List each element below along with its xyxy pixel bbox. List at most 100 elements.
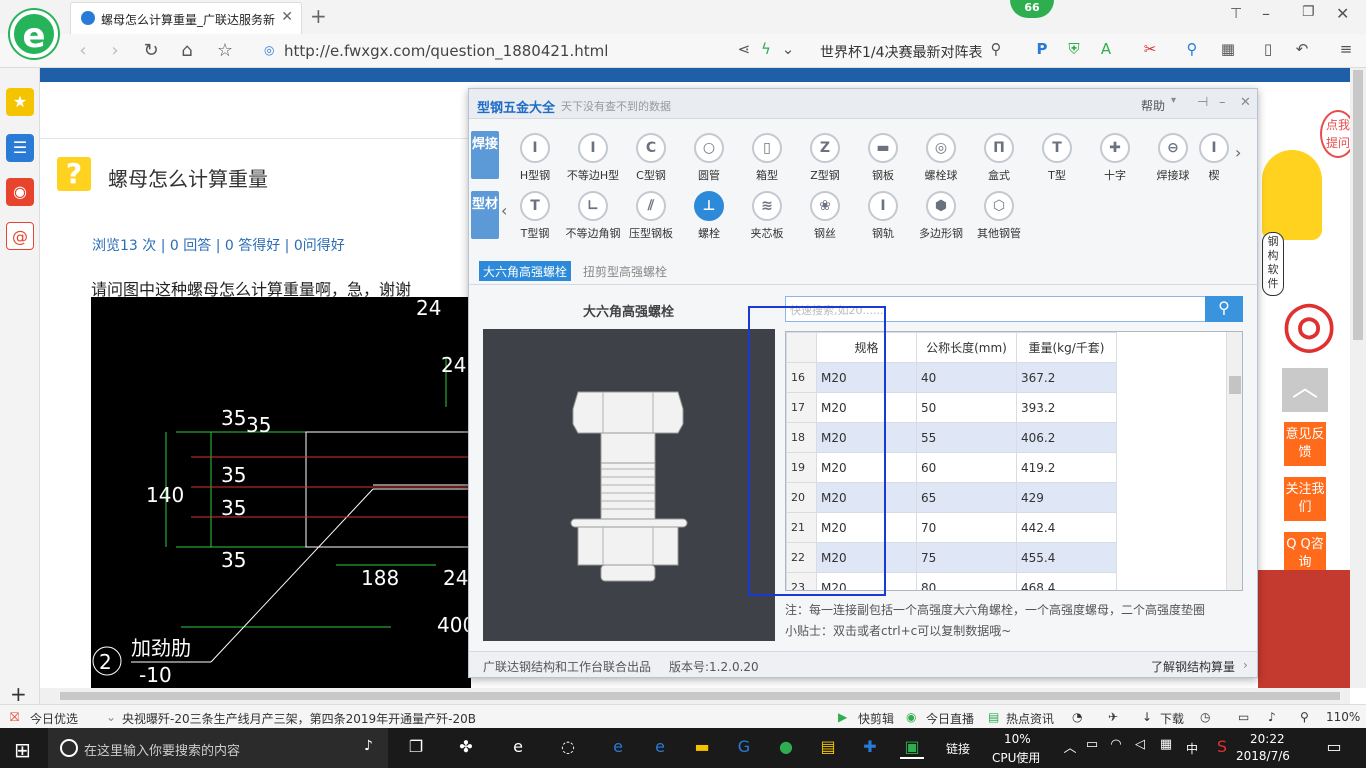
zoom-level[interactable]: 110% [1326, 710, 1360, 724]
scrollbar-thumb[interactable] [60, 692, 1340, 700]
speed-icon[interactable]: ◔ [1072, 710, 1082, 724]
tab-profiles[interactable]: 型材 [471, 191, 499, 239]
scrollbar-thumb[interactable] [1353, 70, 1363, 340]
apps-grid-icon[interactable]: ▦ [1218, 40, 1238, 60]
folder-icon[interactable]: ▬ [690, 737, 714, 759]
cell-weight[interactable]: 393.2 [1016, 392, 1117, 423]
row-next-icon[interactable]: › [1235, 143, 1241, 162]
cell-length[interactable]: 65 [916, 482, 1017, 513]
taskbar-search[interactable]: 在这里输入你要搜索的内容 ♪ [48, 728, 388, 768]
column-header[interactable]: 公称长度(mm) [916, 332, 1017, 363]
item-z-beam[interactable]: Z Z型钢 [797, 133, 853, 183]
scissors-icon[interactable]: ✂ [1140, 40, 1160, 60]
question-stats[interactable]: 浏览13 次 | 0 回答 | 0 答得好 | 0问得好 [92, 235, 345, 255]
weibo-icon[interactable]: ◉ [6, 178, 34, 206]
close-tab-icon[interactable]: ✕ [281, 9, 293, 25]
item-deck-plate[interactable]: ⫽ 压型钢板 [623, 191, 679, 241]
address-bar[interactable]: ◎ http://e.fwxgx.com/question_1880421.ht… [262, 38, 802, 64]
item-t-type[interactable]: T T型 [1029, 133, 1085, 183]
add-sidebar-icon[interactable]: + [10, 682, 27, 706]
sound-icon[interactable]: ♪ [1268, 710, 1276, 724]
clock-time[interactable]: 20:22 [1250, 732, 1285, 746]
clock-icon[interactable]: ◷ [1200, 710, 1210, 724]
tab-torshear-bolt[interactable]: 扭剪型高强螺栓 [583, 263, 667, 280]
links-label[interactable]: 链接 [946, 740, 970, 757]
search-button-icon[interactable]: ⚲ [1205, 296, 1243, 322]
news-ticker[interactable]: 央视曝歼-20三条生产线月产三架，第四条2019年开通量产歼-20B [122, 710, 476, 727]
windows-start-icon[interactable]: ⊞ [14, 738, 31, 762]
shirt-icon[interactable]: ⊤ [1230, 6, 1242, 22]
share-icon[interactable]: ⋖ [734, 40, 754, 60]
battery-icon[interactable]: ▭ [1080, 737, 1104, 759]
tray-up-icon[interactable]: ︿ [1058, 737, 1082, 759]
table-scrollbar[interactable] [1226, 332, 1242, 590]
learn-more-link[interactable]: 了解钢结构算量 [1151, 658, 1235, 675]
column-header[interactable]: 重量(kg/千套) [1016, 332, 1117, 363]
search-icon[interactable]: ⚲ [986, 40, 1006, 60]
cell-length[interactable]: 55 [916, 422, 1017, 453]
download-link[interactable]: 下载 [1160, 710, 1184, 727]
home-icon[interactable]: ⌂ [176, 40, 198, 61]
window-icon[interactable]: ▭ [1238, 710, 1249, 724]
chrome-like-icon[interactable]: ◌ [556, 737, 580, 759]
item-wire[interactable]: ❀ 钢丝 [797, 191, 853, 241]
clock-date[interactable]: 2018/7/6 [1236, 749, 1290, 763]
item-other-pipe[interactable]: ⬡ 其他钢管 [971, 191, 1027, 241]
table-scrollbar-thumb[interactable] [1229, 376, 1241, 394]
p-extension-icon[interactable]: P [1032, 40, 1052, 60]
item-h-beam[interactable]: I H型钢 [507, 133, 563, 183]
fan-app-icon[interactable]: ✤ [454, 737, 478, 759]
cell-length[interactable]: 70 [916, 512, 1017, 543]
item-unequal-h[interactable]: I 不等边H型 [565, 133, 621, 183]
cell-weight[interactable]: 419.2 [1016, 452, 1117, 483]
pin-icon[interactable]: ⊣ [1197, 95, 1208, 110]
back-icon[interactable]: ‹ [72, 40, 94, 61]
item-plate[interactable]: ▬ 钢板 [855, 133, 911, 183]
steel-app-icon[interactable]: ▣ [900, 737, 924, 759]
item-welded-ball[interactable]: ⊖ 焊接球 [1145, 133, 1201, 183]
today-picks[interactable]: 今日优选 [30, 710, 78, 727]
task-view-icon[interactable]: ❐ [404, 737, 428, 759]
follow-button[interactable]: 关注我们 [1284, 477, 1326, 521]
g-app-icon[interactable]: G [732, 737, 756, 759]
cell-length[interactable]: 40 [916, 362, 1017, 393]
sogou-icon[interactable]: S [1210, 737, 1234, 759]
cell-length[interactable]: 75 [916, 542, 1017, 573]
ie-icon[interactable]: e [648, 737, 672, 759]
item-rail[interactable]: I 钢轨 [855, 191, 911, 241]
item-round-pipe[interactable]: ○ 圆管 [681, 133, 737, 183]
notification-icon[interactable]: ▭ [1322, 737, 1346, 759]
favorites-star-icon[interactable]: ★ [6, 88, 34, 116]
feedback-button[interactable]: 意见反馈 [1284, 422, 1326, 466]
horizontal-scrollbar[interactable] [40, 688, 1350, 704]
close-window-icon[interactable]: ✕ [1336, 4, 1349, 23]
quick-cut-link[interactable]: 快剪辑 [858, 710, 894, 727]
item-t-beam[interactable]: T T型钢 [507, 191, 563, 241]
search-input[interactable]: 世界杯1/4决赛最新对阵表 [812, 38, 1012, 64]
magnifier-icon[interactable]: ⚲ [1182, 40, 1202, 60]
list-icon[interactable]: ☰ [6, 134, 34, 162]
new-tab-icon[interactable]: + [310, 4, 327, 28]
menu-icon[interactable]: ≡ [1336, 40, 1356, 60]
gift-icon[interactable]: ⛝ [10, 710, 19, 725]
volume-icon[interactable]: ◁ [1128, 737, 1152, 759]
item-wedge[interactable]: I楔 [1199, 133, 1229, 183]
hot-news-link[interactable]: 热点资讯 [1006, 710, 1054, 727]
undo-icon[interactable]: ↶ [1292, 40, 1312, 60]
item-bolt[interactable]: ⊥ 螺栓 [681, 191, 737, 241]
item-bolt-ball[interactable]: ◎ 螺栓球 [913, 133, 969, 183]
handshake-ad-image[interactable] [1258, 570, 1350, 690]
cell-length[interactable]: 80 [916, 572, 1017, 590]
live-link[interactable]: 今日直播 [926, 710, 974, 727]
item-c-beam[interactable]: C C型钢 [623, 133, 679, 183]
browser-logo-icon[interactable]: e [10, 10, 58, 58]
keyboard-icon[interactable]: ▦ [1154, 737, 1178, 759]
chevron-down-icon[interactable]: ⌄ [778, 40, 798, 60]
notes-icon[interactable]: ▤ [816, 737, 840, 759]
item-unequal-angle[interactable]: ∟ 不等边角钢 [565, 191, 621, 241]
help-menu[interactable]: 帮助 [1141, 97, 1165, 114]
microphone-icon[interactable]: ♪ [364, 738, 373, 754]
wifi-icon[interactable]: ◠ [1104, 737, 1128, 759]
item-cross[interactable]: ✚ 十字 [1087, 133, 1143, 183]
minimize-icon[interactable]: – [1262, 4, 1270, 23]
